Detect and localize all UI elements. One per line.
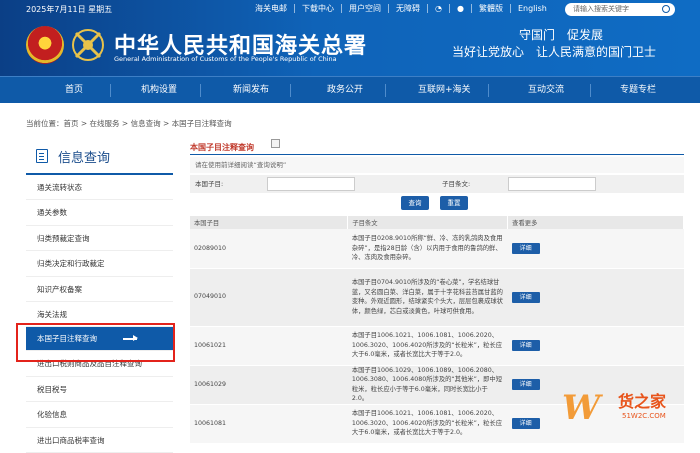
nav-interaction[interactable]: 互动交流: [528, 77, 564, 104]
top-links: 海关电邮 下载中心 用户空间 无障碍 ◔ ● 繁體版 English: [248, 4, 554, 13]
search-placeholder: 请输入搜索关键字: [573, 5, 629, 13]
sidebar-title: 信息查询: [58, 151, 111, 166]
subheading-text-input[interactable]: [508, 177, 596, 191]
subheading-input[interactable]: [267, 177, 355, 191]
watermark-letter: W: [562, 388, 601, 428]
watermark-name: 货之家: [618, 392, 667, 411]
table-row: 10061021 本国子目1006.1021、1006.1081、1006.20…: [190, 326, 684, 366]
col-header-code: 本国子目: [190, 216, 349, 229]
row-code: 07049010: [190, 268, 348, 327]
main-nav: 首页 机构设置 新闻发布 政务公开 互联网+海关 互动交流 专题专栏: [0, 76, 700, 103]
sidebar-item-clearance-params[interactable]: 通关参数: [26, 200, 173, 226]
row-text: 本国子目1006.1021、1006.1081、1006.2020、1006.3…: [347, 404, 508, 444]
query-form: 本国子目: 子目条文:: [190, 175, 684, 193]
highlight-box: [16, 323, 175, 362]
col-header-more: 查看更多: [507, 216, 684, 229]
site-subtitle: General Administration of Customs of the…: [114, 55, 337, 63]
nav-news[interactable]: 新闻发布: [233, 77, 269, 104]
link-english[interactable]: English: [511, 4, 554, 13]
query-button[interactable]: 查询: [401, 196, 429, 210]
detail-button[interactable]: 详细: [511, 379, 540, 390]
slogan-line-2: 当好让党放心 让人民满意的国门卫士: [452, 45, 657, 59]
nav-organization[interactable]: 机构设置: [141, 77, 177, 104]
table-row: 02089010 本国子目0208.9010所称“鲜、冷、冻的乳鸽肉及食用杂碎”…: [190, 229, 684, 269]
top-bar: 2025年7月11日 星期五 海关电邮 下载中心 用户空间 无障碍 ◔ ● 繁體…: [0, 0, 700, 18]
subheading-label: 本国子目:: [195, 180, 224, 188]
print-icon[interactable]: [271, 139, 280, 148]
nav-divider: [488, 84, 489, 97]
row-text: 本国子目0208.9010所称“鲜、冷、冻的乳鸽肉及食用杂碎”，是指28日龄（含…: [347, 229, 508, 269]
row-code: 10061021: [190, 326, 348, 366]
national-emblem-logo: [26, 26, 64, 64]
sidebar-item-lab-info[interactable]: 化验信息: [26, 402, 173, 428]
watermark-url: 51W2C.COM: [622, 412, 666, 420]
sidebar-header: 信息查询: [26, 135, 173, 175]
detail-button[interactable]: 详细: [511, 418, 540, 429]
wechat-icon[interactable]: ●: [450, 4, 472, 13]
row-code: 10061029: [190, 365, 348, 405]
search-input[interactable]: 请输入搜索关键字: [565, 3, 675, 16]
nav-divider: [385, 84, 386, 97]
row-code: 02089010: [190, 229, 348, 269]
nav-special-topics[interactable]: 专题专栏: [620, 77, 656, 104]
sidebar: 信息查询 通关流转状态 通关参数 归类预裁定查询 归类决定和行政裁定 知识产权备…: [26, 135, 173, 453]
row-text: 本国子目1006.1029、1006.1089、1006.2080、1006.3…: [347, 365, 508, 405]
nav-divider: [290, 84, 291, 97]
nav-internet-customs[interactable]: 互联网+海关: [418, 77, 471, 104]
reset-button[interactable]: 重置: [440, 196, 468, 210]
document-icon: [36, 149, 48, 163]
title-divider: [190, 154, 684, 155]
link-download-center[interactable]: 下载中心: [295, 4, 342, 13]
nav-home[interactable]: 首页: [65, 77, 83, 104]
row-text: 本国子目0704.9010所涉及的“卷心菜”，学名结球甘蓝，又名圆白菜、洋白菜，…: [347, 268, 508, 327]
customs-key-logo: [72, 29, 104, 61]
link-accessibility[interactable]: 无障碍: [389, 4, 428, 13]
search-icon[interactable]: [662, 5, 670, 13]
slogan-line-1: 守国门 促发展: [519, 28, 604, 42]
weibo-icon[interactable]: ◔: [428, 4, 450, 13]
sidebar-item-clearance-status[interactable]: 通关流转状态: [26, 175, 173, 201]
header-date: 2025年7月11日 星期五: [26, 5, 113, 14]
sidebar-item-ip-filing[interactable]: 知识产权备案: [26, 277, 173, 302]
subheading-text-label: 子目条文:: [442, 180, 471, 188]
table-header-row: 本国子目 子目条文 查看更多: [190, 216, 684, 229]
page-title: 本国子目注释查询: [190, 143, 254, 152]
row-code: 10061081: [190, 404, 348, 444]
nav-divider: [200, 84, 201, 97]
breadcrumb: 当前位置：首页 > 在线服务 > 信息查询 > 本国子目注释查询: [26, 119, 232, 128]
row-text: 本国子目1006.1021、1006.1081、1006.2020、1006.3…: [347, 326, 508, 366]
link-customs-email[interactable]: 海关电邮: [248, 4, 295, 13]
sidebar-item-tariff-rate[interactable]: 进出口商品税率查询: [26, 428, 173, 453]
link-traditional[interactable]: 繁體版: [472, 4, 511, 13]
sidebar-item-advance-ruling[interactable]: 归类预裁定查询: [26, 226, 173, 252]
nav-divider: [590, 84, 591, 97]
detail-button[interactable]: 详细: [511, 340, 540, 351]
nav-divider: [110, 84, 111, 97]
watermark-logo: W 货之家 51W2C.COM: [558, 382, 698, 444]
link-user-space[interactable]: 用户空间: [342, 4, 389, 13]
query-note[interactable]: 请在使用前详细阅读“查询说明”: [190, 157, 684, 173]
table-row: 07049010 本国子目0704.9010所涉及的“卷心菜”，学名结球甘蓝，又…: [190, 268, 684, 327]
nav-gov-affairs[interactable]: 政务公开: [327, 77, 363, 104]
detail-button[interactable]: 详细: [511, 242, 540, 254]
col-header-text: 子目条文: [347, 216, 509, 229]
sidebar-item-classification-decision[interactable]: 归类决定和行政裁定: [26, 251, 173, 277]
detail-button[interactable]: 详细: [511, 291, 540, 303]
sidebar-item-tariff-codes[interactable]: 税目税号: [26, 377, 173, 403]
